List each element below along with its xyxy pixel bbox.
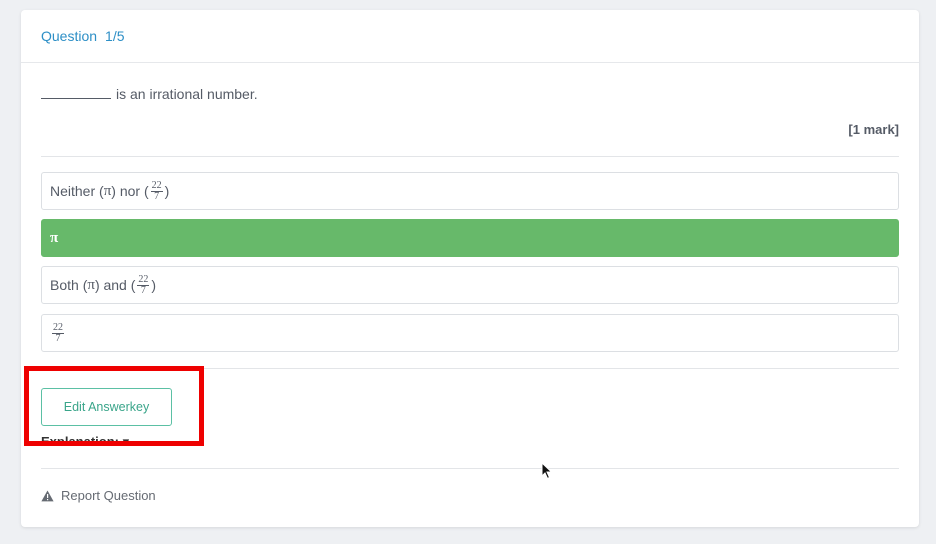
pi-symbol: π [87,276,95,293]
option-both[interactable]: Both ( π ) and ( 22 7 ) [41,266,899,304]
fraction-numerator: 22 [137,273,150,286]
pi-symbol: π [103,182,112,199]
marks-label: [1 mark] [848,122,899,137]
option-text: Neither ( [50,183,104,199]
fraction-numerator: 22 [150,179,163,192]
fraction-denominator: 7 [154,190,160,202]
pi-symbol: π [50,229,59,246]
option-pi-correct[interactable]: π [41,219,899,257]
answer-blank [41,88,111,99]
report-question-label: Report Question [61,488,156,503]
option-text: Both ( [50,277,88,293]
question-header: Question 1/5 [21,10,919,63]
question-text: is an irrational number. [41,86,258,102]
question-number: 1/5 [105,28,125,44]
mouse-cursor-icon [541,461,553,485]
option-text: ) [151,277,157,293]
question-label: Question [41,28,98,44]
question-body: is an irrational number. [116,86,258,102]
explanation-toggle[interactable]: Explanation: ▾ [41,434,129,443]
report-question-link[interactable]: Report Question [41,488,156,503]
divider [41,468,899,469]
fraction: 22 7 [150,179,163,202]
fraction-denominator: 7 [55,332,61,344]
divider [41,156,899,157]
question-card: Question 1/5 is an irrational number. [1… [21,10,919,527]
option-text: ) and ( [94,277,136,293]
option-fraction[interactable]: 22 7 [41,314,899,352]
option-text: ) [164,183,170,199]
fraction-numerator: 22 [52,321,64,334]
edit-answerkey-button[interactable]: Edit Answerkey [41,388,172,426]
divider [41,368,899,369]
fraction: 22 7 [137,273,150,296]
fraction-denominator: 7 [140,284,146,296]
warning-triangle-icon [41,490,54,502]
option-text: ) nor ( [111,183,149,199]
option-neither[interactable]: Neither ( π ) nor ( 22 7 ) [41,172,899,210]
fraction: 22 7 [52,321,64,344]
